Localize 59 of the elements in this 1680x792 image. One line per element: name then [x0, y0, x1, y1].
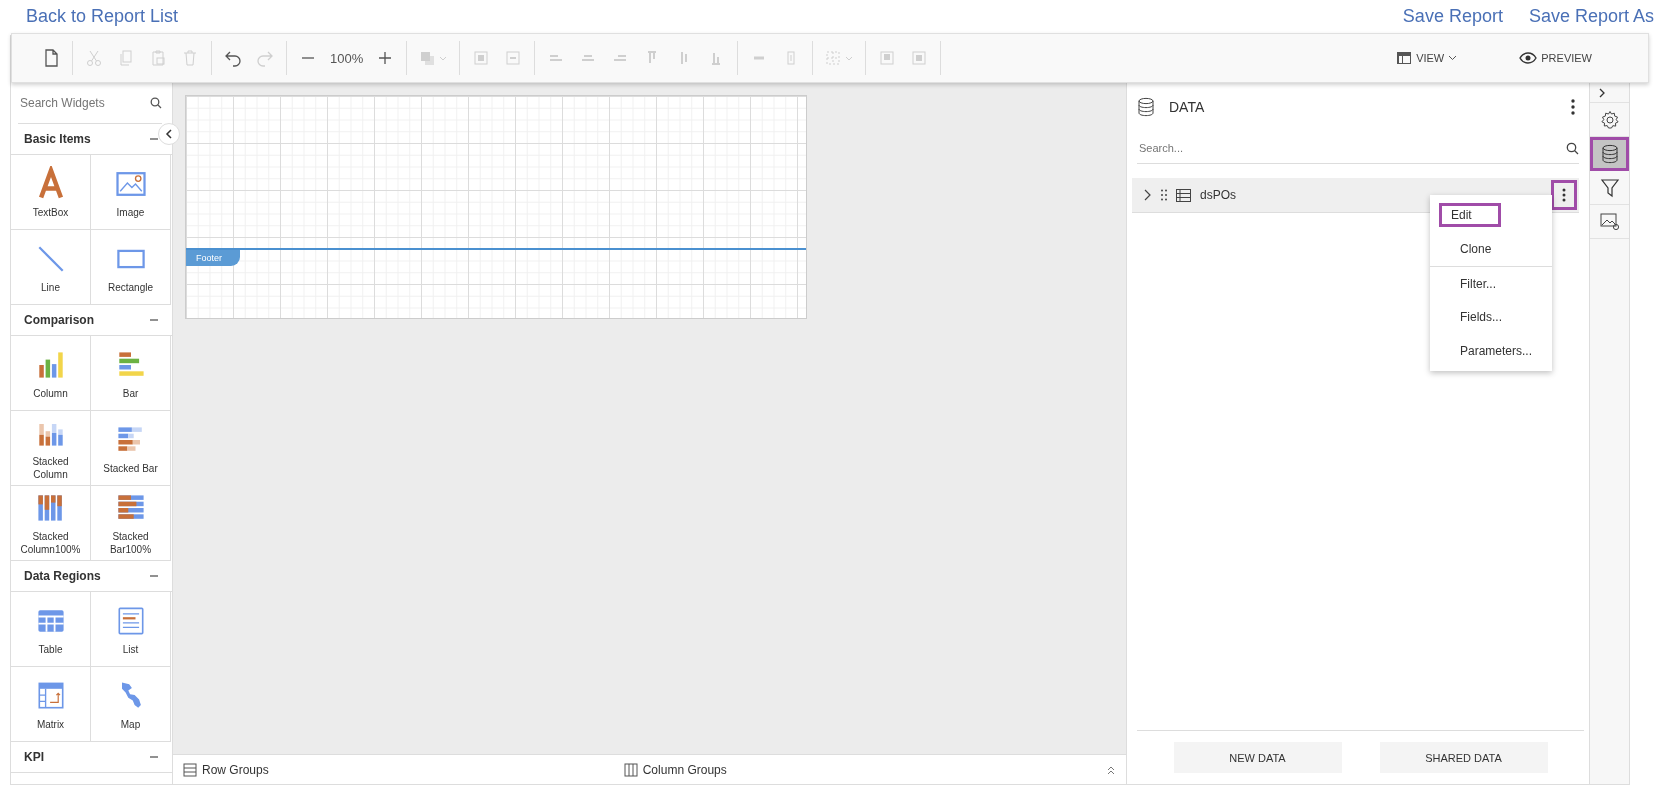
layout-icon — [1396, 51, 1413, 65]
database-icon — [1600, 144, 1619, 164]
dataset-name: dsPOs — [1200, 188, 1237, 202]
eye-icon — [1519, 52, 1538, 64]
settings-icon — [1599, 109, 1620, 130]
menu-item[interactable]: Edit — [1430, 198, 1552, 232]
widget-tile[interactable]: Map — [91, 667, 171, 742]
chevron-right-icon — [1598, 87, 1606, 98]
zoom-level: 100% — [330, 50, 364, 66]
section-title: Data Regions — [24, 569, 101, 583]
side-tab[interactable] — [1590, 137, 1629, 171]
widget-tile[interactable]: Line — [11, 230, 91, 305]
back-link[interactable]: Back to Report List — [26, 5, 179, 27]
widget-tile[interactable]: Image — [91, 155, 171, 230]
rows-icon — [183, 762, 197, 777]
footer-band-label: Footer — [186, 250, 240, 266]
filter-icon — [1599, 177, 1620, 198]
section-title: Comparison — [24, 313, 94, 327]
chevron-left-icon — [165, 129, 173, 139]
widget-tile[interactable]: Rectangle — [91, 230, 171, 305]
drag-handle-icon[interactable] — [1161, 189, 1167, 201]
section-title: Basic Items — [24, 132, 91, 146]
widget-tile[interactable]: Stacked Bar100% — [91, 486, 171, 561]
widget-tile[interactable]: Stacked Column — [11, 411, 91, 486]
widget-tile[interactable]: List — [91, 592, 171, 667]
chevron-right-icon[interactable] — [1142, 189, 1152, 201]
columns-icon — [623, 762, 638, 777]
search-icon — [1566, 141, 1579, 155]
data-button[interactable]: NEW DATA — [1173, 742, 1342, 773]
menu-item[interactable]: Fields... — [1430, 300, 1552, 334]
save-link[interactable]: Save Report As — [1528, 5, 1654, 27]
widget-tile[interactable]: TextBox — [11, 155, 91, 230]
panel-title: DATA — [1169, 99, 1206, 115]
search-field[interactable]: Search... — [1137, 141, 1566, 155]
preview-button[interactable]: PREVIEW — [1513, 51, 1598, 65]
widget-tile[interactable]: Stacked Bar — [91, 411, 171, 486]
widget-tile[interactable]: Bar — [91, 336, 171, 411]
data-button[interactable]: SHARED DATA — [1379, 742, 1548, 773]
menu-item[interactable]: Clone — [1430, 232, 1552, 266]
menu-item[interactable]: Filter... — [1430, 266, 1552, 300]
kebab-icon — [1571, 99, 1575, 115]
view-button[interactable]: VIEW — [1390, 50, 1464, 66]
widget-tile[interactable]: Stacked Column100% — [11, 486, 91, 561]
column-groups-label: Column Groups — [642, 762, 727, 777]
section-title: KPI — [24, 750, 44, 764]
search-field[interactable]: Search Widgets — [18, 95, 146, 111]
save-link[interactable]: Save Report — [1402, 5, 1503, 27]
database-icon — [1137, 97, 1155, 117]
double-chevron-up-icon[interactable] — [1106, 764, 1116, 775]
search-icon — [150, 97, 162, 109]
row-groups-label: Row Groups — [202, 762, 269, 777]
caret-icon — [1448, 55, 1458, 61]
widget-tile[interactable]: Column — [11, 336, 91, 411]
widget-tile[interactable]: Table — [11, 592, 91, 667]
image-settings-icon — [1599, 212, 1620, 231]
menu-item[interactable]: Parameters... — [1430, 334, 1552, 368]
table-icon — [1176, 188, 1191, 202]
widget-tile[interactable]: Matrix — [11, 667, 91, 742]
kebab-icon — [1562, 188, 1566, 202]
